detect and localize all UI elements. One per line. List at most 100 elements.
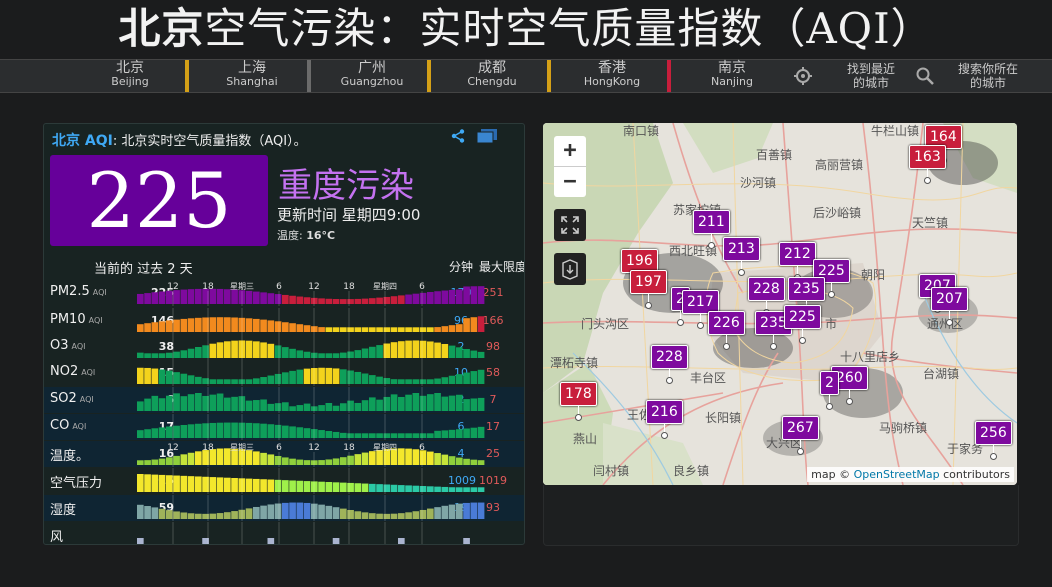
- sparkline-bar: [456, 503, 463, 519]
- sparkline-bar: [441, 290, 449, 304]
- time-tick-label: 12: [308, 443, 319, 453]
- zoom-out-button[interactable]: −: [554, 167, 586, 197]
- widget-icon[interactable]: [476, 129, 498, 144]
- station-marker[interactable]: 197: [630, 270, 667, 309]
- zoom-in-button[interactable]: +: [554, 136, 586, 167]
- nearest-city-button[interactable]: 找到最近 的城市: [828, 60, 914, 92]
- sparkline-bar: [274, 503, 282, 519]
- row-sparkline[interactable]: 12 18 星期三 6 12 18 星期四 6: [137, 441, 485, 467]
- city-aqi-link[interactable]: 北京 AQI: [52, 133, 113, 149]
- sparkline-bar: [137, 504, 144, 519]
- sparkline-bar: [419, 486, 427, 492]
- sparkline-bar: [260, 342, 267, 358]
- aqi-map[interactable]: 南口镇 牛栏山镇 百善镇 高丽营镇 沙河镇 后沙峪镇 苏家坨镇 天竺镇 西北旺镇…: [543, 123, 1017, 485]
- sparkline-bar: [390, 296, 398, 304]
- sparkline-bar: [180, 512, 188, 519]
- row-sparkline[interactable]: [137, 334, 485, 360]
- city-nav: 北京 Beijing 上海 Shanghai 广州 Guangzhou 成都 C…: [0, 59, 1052, 93]
- row-sparkline[interactable]: [137, 495, 485, 521]
- station-marker[interactable]: 235: [788, 277, 825, 316]
- history-row-温度。: 温度。 16 4 25 12 18 星期三 6 12 18 星期四 6: [44, 441, 524, 467]
- sparkline-bar: [216, 288, 224, 304]
- nav-city-hongkong[interactable]: 香港 HongKong: [553, 60, 671, 92]
- sparkline-bar: [195, 513, 202, 519]
- row-sparkline[interactable]: [137, 414, 485, 440]
- row-sparkline[interactable]: [137, 360, 485, 386]
- sparkline-bar: [369, 327, 376, 332]
- station-aqi-value: 226: [713, 315, 740, 331]
- sparkline-bar: [144, 367, 151, 384]
- nav-city-guangzhou[interactable]: 广州 Guangzhou: [313, 60, 431, 92]
- fullscreen-button[interactable]: [554, 209, 586, 241]
- nav-city-sub: Shanghai: [226, 75, 278, 88]
- sparkline-bar: [477, 502, 485, 519]
- osm-link[interactable]: OpenStreetMap: [854, 468, 940, 481]
- station-marker[interactable]: 212: [779, 242, 816, 281]
- nav-city-shanghai[interactable]: 上海 Shanghai: [193, 60, 311, 92]
- sparkline-bar: [180, 289, 188, 304]
- station-marker[interactable]: 163: [909, 145, 946, 184]
- sparkline-bar: [477, 369, 485, 384]
- sparkline-bar: [340, 403, 347, 411]
- sparkline-bar: [231, 478, 238, 492]
- row-label-text: 风: [50, 530, 64, 545]
- row-sparkline[interactable]: [137, 387, 485, 413]
- sparkline-bar: [441, 486, 449, 492]
- sparkline-bar: [245, 340, 253, 358]
- layers-button[interactable]: [554, 253, 586, 285]
- row-label: 空气压力: [50, 472, 102, 491]
- station-marker[interactable]: 178: [560, 382, 597, 421]
- sparkline-bar: [340, 352, 347, 358]
- time-tick-label: 星期三: [230, 443, 254, 452]
- station-marker[interactable]: 225: [784, 305, 821, 344]
- nav-city-chengdu[interactable]: 成都 Chengdu: [433, 60, 551, 92]
- station-marker[interactable]: 207: [931, 287, 968, 326]
- station-aqi-value: 197: [635, 274, 662, 290]
- sparkline-bar: [412, 511, 420, 519]
- place-label: 长阳镇: [705, 411, 742, 425]
- sparkline-bar: [332, 299, 340, 304]
- station-marker[interactable]: 211: [693, 210, 730, 249]
- sparkline-bar: [282, 402, 289, 411]
- sparkline-bar: [361, 512, 369, 519]
- sparkline-bar: [195, 476, 202, 492]
- nav-city-label: 成都: [478, 60, 506, 76]
- sparkline-bar: [405, 340, 412, 358]
- station-aqi-value: 164: [930, 129, 957, 145]
- sparkline-bar: [209, 394, 217, 411]
- station-marker[interactable]: 256: [975, 421, 1012, 460]
- sparkline-bar: [137, 367, 144, 384]
- row-sparkline[interactable]: [137, 308, 485, 334]
- sparkline-bar: [173, 351, 180, 358]
- sparkline-bar: [166, 475, 173, 492]
- search-city-button[interactable]: 搜索你所在 的城市: [944, 60, 1032, 92]
- sparkline-bar: [456, 487, 463, 492]
- station-marker[interactable]: 226: [708, 311, 745, 350]
- sparkline-bar: [311, 368, 318, 384]
- sparkline-bar: [383, 484, 391, 492]
- station-marker[interactable]: 228: [748, 277, 785, 316]
- sparkline-bar: [340, 482, 347, 492]
- station-marker[interactable]: 213: [723, 237, 760, 276]
- station-marker[interactable]: 267: [782, 416, 819, 455]
- locate-icon[interactable]: [793, 66, 813, 86]
- search-icon[interactable]: [915, 66, 935, 86]
- sparkline-bar: [405, 327, 412, 332]
- sparkline-bar: [361, 348, 369, 358]
- row-sparkline[interactable]: [137, 468, 485, 494]
- sparkline-bar: [390, 433, 398, 438]
- sparkline-bar: [158, 508, 166, 519]
- sparkline-bar: [260, 505, 267, 519]
- station-marker[interactable]: 228: [651, 345, 688, 384]
- nav-city-beijing[interactable]: 北京 Beijing: [71, 60, 189, 92]
- sparkline-bar: [195, 393, 202, 411]
- place-label: 十八里店乡: [840, 350, 901, 364]
- sparkline-bar: [376, 513, 383, 519]
- station-marker[interactable]: 2: [820, 371, 839, 410]
- share-icon[interactable]: [451, 129, 465, 143]
- row-sparkline[interactable]: 12 18 星期三 6 12 18 星期四 6: [137, 280, 485, 306]
- row-sparkline[interactable]: [137, 522, 485, 545]
- sparkline-bar: [398, 295, 405, 304]
- station-marker[interactable]: 216: [646, 400, 683, 439]
- nav-city-nanjing[interactable]: 南京 Nanjing: [673, 60, 791, 92]
